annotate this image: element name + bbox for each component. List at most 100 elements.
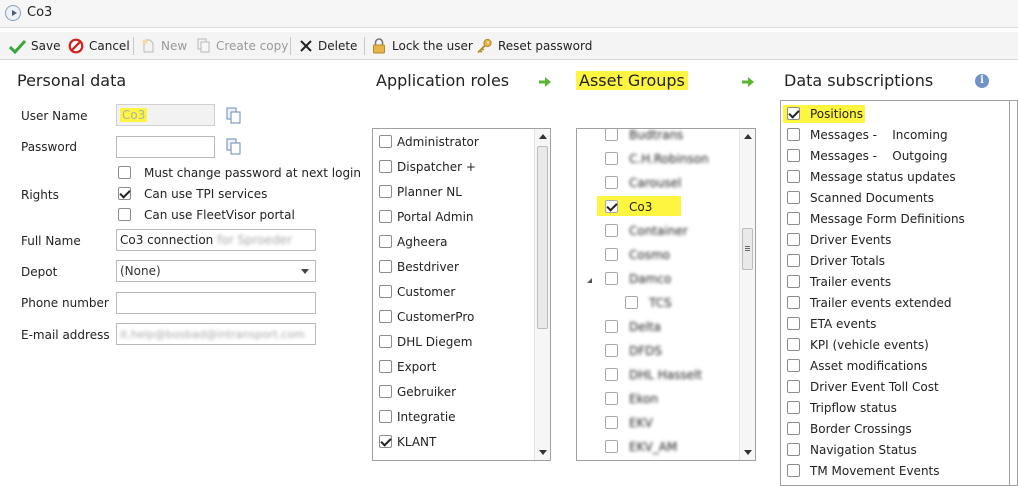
list-item[interactable]: KPI (vehicle events) [781,338,1001,356]
application-roles-list[interactable]: Administrator Dispatcher + Planner NL Porta… [372,128,551,461]
arrow-right-icon[interactable] [539,77,551,87]
subscription-checkbox[interactable] [787,443,800,456]
lock-user-button[interactable]: Lock the user [371,36,473,56]
fleetvisor-checkbox[interactable] [118,208,131,221]
list-item[interactable]: Driver Totals [781,254,1001,272]
list-item[interactable]: Driver Events [781,233,1001,251]
tpi-services-checkbox[interactable] [118,187,131,200]
reset-password-button[interactable]: Reset password [476,36,592,56]
scroll-up-icon[interactable] [539,134,547,139]
list-item[interactable]: Dispatcher + [373,160,533,180]
tree-item[interactable]: Ekon [577,391,739,411]
subscription-checkbox[interactable] [787,254,800,267]
scroll-down-icon[interactable] [539,450,547,455]
role-checkbox[interactable] [379,435,392,448]
list-item[interactable]: Bestdriver [373,260,533,280]
role-checkbox[interactable] [379,360,392,373]
asset-groups-list[interactable]: Budtrans C.H.Robinson Carousel Co3 Container… [576,128,756,461]
depot-select[interactable]: (None) [116,260,316,282]
asset-group-checkbox[interactable] [605,152,618,165]
subscription-checkbox[interactable] [787,338,800,351]
list-item[interactable]: Trailer events extended [781,296,1001,314]
role-checkbox[interactable] [379,285,392,298]
role-checkbox[interactable] [379,410,392,423]
password-field[interactable] [116,136,215,158]
list-item[interactable]: Customer [373,285,533,305]
list-item[interactable]: ETA events [781,317,1001,335]
scroll-thumb[interactable] [537,146,548,329]
scroll-up-icon[interactable] [744,134,752,139]
list-item[interactable]: KLANT [373,435,533,455]
list-item[interactable]: Gebruiker [373,385,533,405]
phone-field[interactable] [116,292,316,314]
tree-item[interactable]: DHL Hasselt [577,367,739,387]
subscription-checkbox[interactable] [787,107,800,120]
groups-scrollbar[interactable] [739,129,755,460]
tree-item[interactable]: Damco [577,271,739,291]
must-change-checkbox[interactable] [118,166,131,179]
subscription-checkbox[interactable] [787,464,800,477]
scroll-thumb[interactable] [742,228,753,270]
tree-item[interactable]: Cosmo [577,247,739,267]
save-button[interactable]: Save [9,36,60,56]
copy-icon[interactable] [225,107,243,125]
list-item[interactable]: Border Crossings [781,422,1001,440]
list-item[interactable]: Driver Event Toll Cost [781,380,1001,398]
asset-group-checkbox[interactable] [605,392,618,405]
subscription-checkbox[interactable] [787,212,800,225]
info-icon[interactable]: i [975,74,989,88]
subscription-checkbox[interactable] [787,191,800,204]
tree-item[interactable]: Co3 [577,196,739,219]
list-item[interactable]: Message status updates [781,170,1001,188]
list-item[interactable]: Planner NL [373,185,533,205]
list-item[interactable]: Trailer events [781,275,1001,293]
asset-group-checkbox[interactable] [605,224,618,237]
asset-group-checkbox[interactable] [605,200,618,213]
role-checkbox[interactable] [379,210,392,223]
asset-group-checkbox[interactable] [625,296,638,309]
username-field[interactable]: Co3 [116,104,215,126]
role-checkbox[interactable] [379,385,392,398]
email-field[interactable]: it.help@bosbad@intransport.com [116,323,316,345]
role-checkbox[interactable] [379,160,392,173]
role-checkbox[interactable] [379,185,392,198]
subscription-checkbox[interactable] [787,422,800,435]
subscription-checkbox[interactable] [787,128,800,141]
roles-scrollbar[interactable] [534,129,550,460]
asset-group-checkbox[interactable] [605,248,618,261]
cancel-button[interactable]: Cancel [68,36,130,56]
expand-toggle-icon[interactable] [587,278,592,283]
asset-group-checkbox[interactable] [605,344,618,357]
back-icon[interactable] [5,5,21,21]
subscription-checkbox[interactable] [787,359,800,372]
subscription-checkbox[interactable] [787,317,800,330]
list-item[interactable]: Messages - Incoming [781,128,1001,146]
list-item[interactable]: Export [373,360,533,380]
list-item[interactable]: Positions [781,105,1001,125]
role-checkbox[interactable] [379,310,392,323]
list-item[interactable]: Messages - Outgoing [781,149,1001,167]
role-checkbox[interactable] [379,135,392,148]
list-item[interactable]: Integratie [373,410,533,430]
list-item[interactable]: Agheera [373,235,533,255]
asset-group-checkbox[interactable] [605,368,618,381]
list-item[interactable]: Navigation Status [781,443,1001,461]
asset-group-checkbox[interactable] [605,440,618,453]
asset-group-checkbox[interactable] [605,176,618,189]
tree-item[interactable]: Budtrans [577,129,739,147]
subscription-checkbox[interactable] [787,170,800,183]
subscription-checkbox[interactable] [787,149,800,162]
list-item[interactable]: Portal Admin [373,210,533,230]
list-item[interactable]: Tripflow status [781,401,1001,419]
tree-item[interactable]: TCS [577,295,739,315]
list-item[interactable]: Administrator [373,135,533,155]
asset-group-checkbox[interactable] [605,129,618,141]
subscription-checkbox[interactable] [787,233,800,246]
scroll-down-icon[interactable] [744,450,752,455]
role-checkbox[interactable] [379,235,392,248]
asset-group-checkbox[interactable] [605,416,618,429]
list-item[interactable]: Message Form Definitions [781,212,1001,230]
subscription-checkbox[interactable] [787,380,800,393]
tree-item[interactable]: EKV_AM [577,439,739,459]
arrow-right-icon[interactable] [742,77,754,87]
